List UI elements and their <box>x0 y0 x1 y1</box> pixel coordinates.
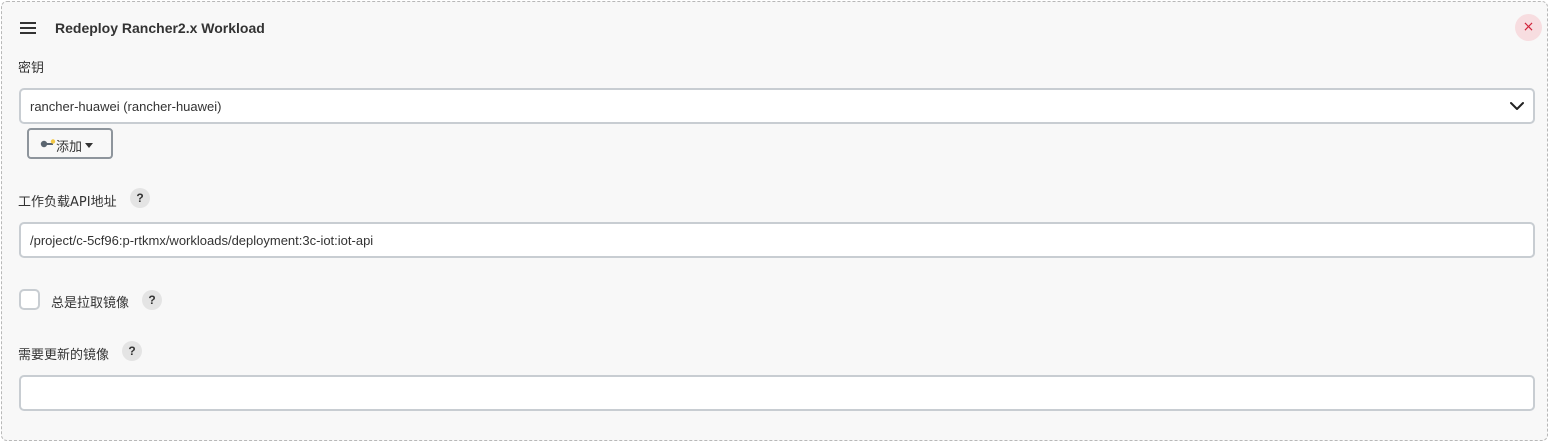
credentials-selected-value: rancher-huawei (rancher-huawei) <box>30 99 222 114</box>
workload-api-value: /project/c-5cf96:p-rtkmx/workloads/deplo… <box>30 233 374 248</box>
close-button[interactable]: × <box>1515 14 1542 41</box>
build-step-panel: Redeploy Rancher2.x Workload × 密钥 ranche… <box>1 1 1548 441</box>
credentials-label: 密钥 <box>18 61 45 76</box>
update-images-help-icon[interactable]: ? <box>122 341 142 361</box>
update-images-label: 需要更新的镜像 <box>18 348 110 363</box>
workload-api-input[interactable]: /project/c-5cf96:p-rtkmx/workloads/deplo… <box>19 222 1535 258</box>
add-credentials-button[interactable]: 添加 <box>27 128 113 159</box>
key-icon <box>40 139 56 148</box>
caret-down-icon <box>85 143 93 148</box>
workload-api-label: 工作负载API地址 <box>18 195 117 210</box>
always-pull-label: 总是拉取镜像 <box>51 296 130 311</box>
workload-api-help-icon[interactable]: ? <box>130 188 150 208</box>
close-icon: × <box>1522 19 1535 35</box>
update-images-input[interactable] <box>19 375 1535 411</box>
always-pull-checkbox[interactable] <box>19 289 40 310</box>
add-button-label: 添加 <box>56 140 83 155</box>
always-pull-help-icon[interactable]: ? <box>142 290 162 310</box>
panel-title: Redeploy Rancher2.x Workload <box>55 20 265 36</box>
credentials-select[interactable]: rancher-huawei (rancher-huawei) <box>19 88 1535 124</box>
chevron-down-icon <box>1510 102 1524 110</box>
hamburger-icon[interactable] <box>20 22 36 34</box>
